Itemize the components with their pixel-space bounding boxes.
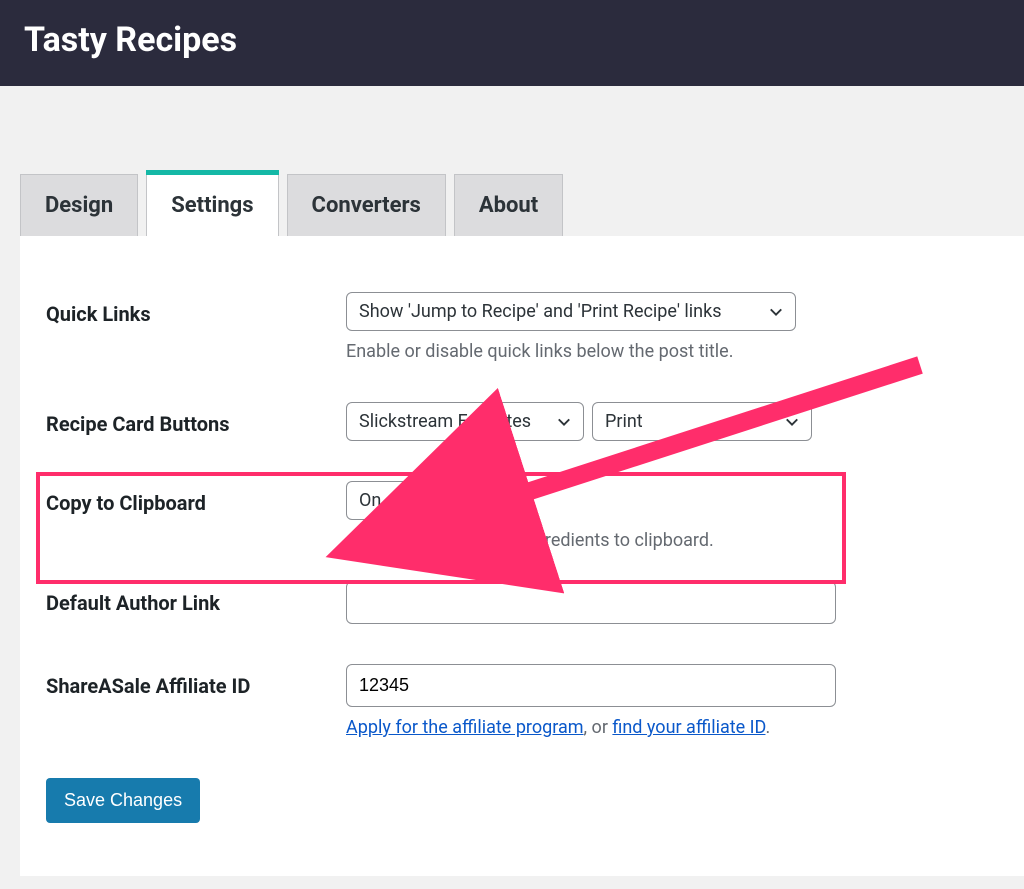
quick-links-select[interactable]: Show 'Jump to Recipe' and 'Print Recipe'… [346, 292, 796, 331]
quick-links-help: Enable or disable quick links below the … [346, 341, 998, 362]
shareasale-help-mid: , or [584, 717, 613, 738]
default-author-link-label: Default Author Link [46, 581, 346, 615]
shareasale-help: Apply for the affiliate program, or find… [346, 717, 998, 738]
shareasale-label: ShareASale Affiliate ID [46, 664, 346, 698]
save-changes-button[interactable]: Save Changes [46, 778, 200, 823]
shareasale-input[interactable] [346, 664, 836, 707]
recipe-card-button-2-value: Print [605, 411, 643, 432]
find-affiliate-id-link[interactable]: find your affiliate ID [612, 717, 765, 738]
tab-design[interactable]: Design [20, 174, 138, 236]
copy-clipboard-label: Copy to Clipboard [46, 481, 346, 515]
default-author-link-input[interactable] [346, 581, 836, 624]
chevron-down-icon [785, 415, 799, 429]
shareasale-help-end: . [765, 717, 770, 738]
tab-settings[interactable]: Settings [146, 174, 278, 236]
copy-clipboard-select[interactable]: On [346, 481, 424, 520]
chevron-down-icon [769, 305, 783, 319]
quick-links-value: Show 'Jump to Recipe' and 'Print Recipe'… [359, 301, 722, 322]
recipe-card-buttons-label: Recipe Card Buttons [46, 402, 346, 436]
copy-clipboard-value: On [359, 490, 381, 511]
chevron-down-icon [557, 415, 571, 429]
tab-about[interactable]: About [454, 174, 563, 236]
settings-panel: Quick Links Show 'Jump to Recipe' and 'P… [20, 236, 1024, 876]
tab-converters[interactable]: Converters [287, 174, 446, 236]
copy-clipboard-help: Allow visitors to copy ingredients to cl… [346, 530, 998, 551]
recipe-card-button-1-select[interactable]: Slickstream Favorites [346, 402, 584, 441]
chevron-down-icon [397, 494, 411, 508]
recipe-card-button-1-value: Slickstream Favorites [359, 411, 531, 432]
page-title: Tasty Recipes [24, 20, 1000, 60]
recipe-card-button-2-select[interactable]: Print [592, 402, 812, 441]
tabs: Design Settings Converters About [20, 174, 1024, 236]
apply-affiliate-link[interactable]: Apply for the affiliate program [346, 717, 584, 738]
page-header: Tasty Recipes [0, 0, 1024, 86]
quick-links-label: Quick Links [46, 292, 346, 326]
